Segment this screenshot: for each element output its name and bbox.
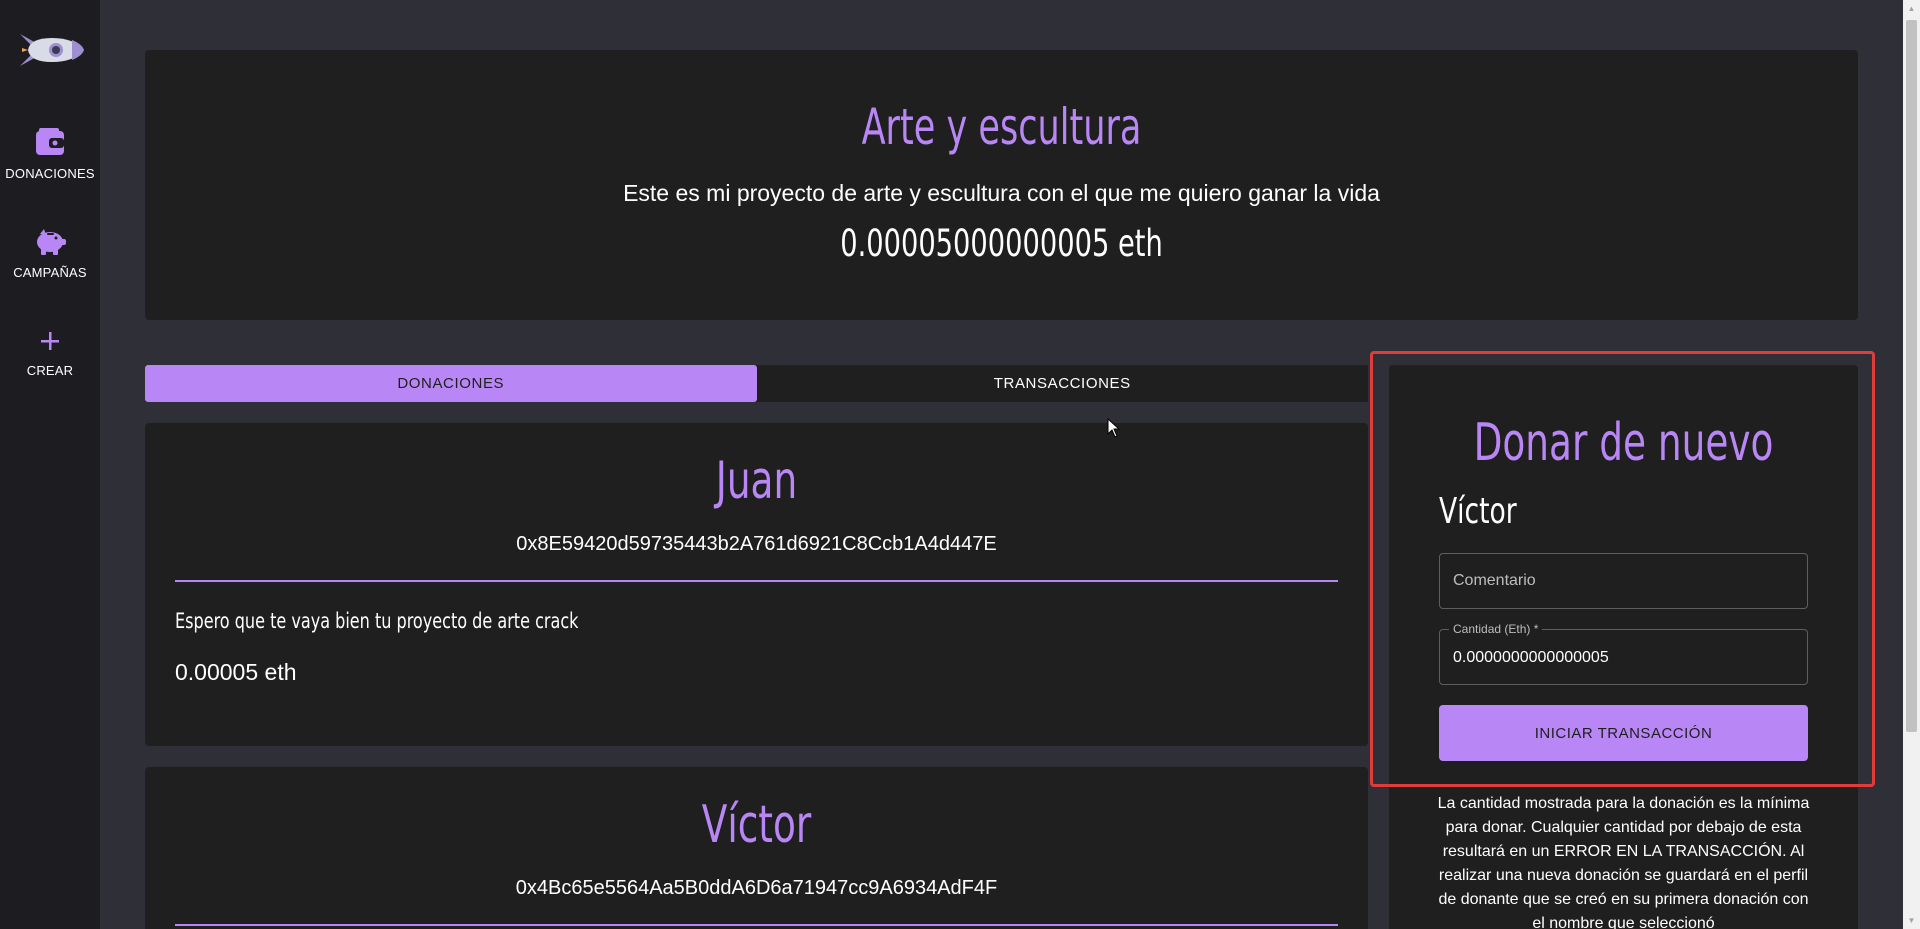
- divider: [175, 580, 1338, 582]
- sidebar: DONACIONES CAMPAÑAS CREAR: [0, 0, 100, 929]
- donation-notice: La cantidad mostrada para la donación es…: [1437, 795, 1810, 929]
- donor-name: Víctor: [701, 795, 812, 855]
- highlight-box: [1370, 351, 1875, 787]
- sidebar-item-crear[interactable]: CREAR: [0, 329, 100, 380]
- scroll-up-icon[interactable]: ▲: [1903, 0, 1920, 17]
- donor-name: Juan: [715, 451, 798, 511]
- donor-address: 0x8E59420d59735443b2A761d6921C8Ccb1A4d44…: [516, 533, 997, 555]
- sidebar-item-label: CAMPAÑAS: [13, 265, 87, 280]
- plus-icon: [0, 329, 100, 358]
- donation-amount: 0.00005 eth: [175, 659, 297, 685]
- scrollbar-thumb[interactable]: [1906, 20, 1917, 732]
- donation-card: Víctor 0x4Bc65e5564Aa5B0ddA6D6a71947cc9A…: [145, 767, 1368, 929]
- campaign-amount: 0.00005000000005 eth: [840, 222, 1163, 265]
- campaign-header: Arte y escultura Este es mi proyecto de …: [145, 50, 1858, 320]
- tab-transacciones[interactable]: TRANSACCIONES: [757, 365, 1369, 402]
- mouse-cursor-icon: [1107, 417, 1121, 443]
- sidebar-item-label: CREAR: [26, 363, 74, 378]
- campaign-title: Arte y escultura: [861, 98, 1142, 156]
- rocket-icon[interactable]: [12, 26, 88, 74]
- sidebar-item-campanas[interactable]: CAMPAÑAS: [0, 227, 100, 282]
- wallet-icon: [0, 128, 100, 161]
- donor-address: 0x4Bc65e5564Aa5B0ddA6D6a71947cc9A6934AdF…: [515, 877, 998, 899]
- sidebar-item-label: DONACIONES: [5, 166, 95, 181]
- tab-bar: DONACIONES TRANSACCIONES: [145, 365, 1368, 402]
- vertical-scrollbar[interactable]: ▲ ▼: [1903, 0, 1920, 929]
- scroll-down-icon[interactable]: ▼: [1903, 912, 1920, 929]
- donation-comment: Espero que te vaya bien tu proyecto de a…: [175, 609, 579, 633]
- divider: [175, 924, 1338, 926]
- sidebar-item-donaciones[interactable]: DONACIONES: [0, 128, 100, 183]
- campaign-description: Este es mi proyecto de arte y escultura …: [623, 180, 1380, 206]
- piggy-bank-icon: [0, 227, 100, 260]
- donation-card: Juan 0x8E59420d59735443b2A761d6921C8Ccb1…: [145, 423, 1368, 746]
- tab-donaciones[interactable]: DONACIONES: [145, 365, 757, 402]
